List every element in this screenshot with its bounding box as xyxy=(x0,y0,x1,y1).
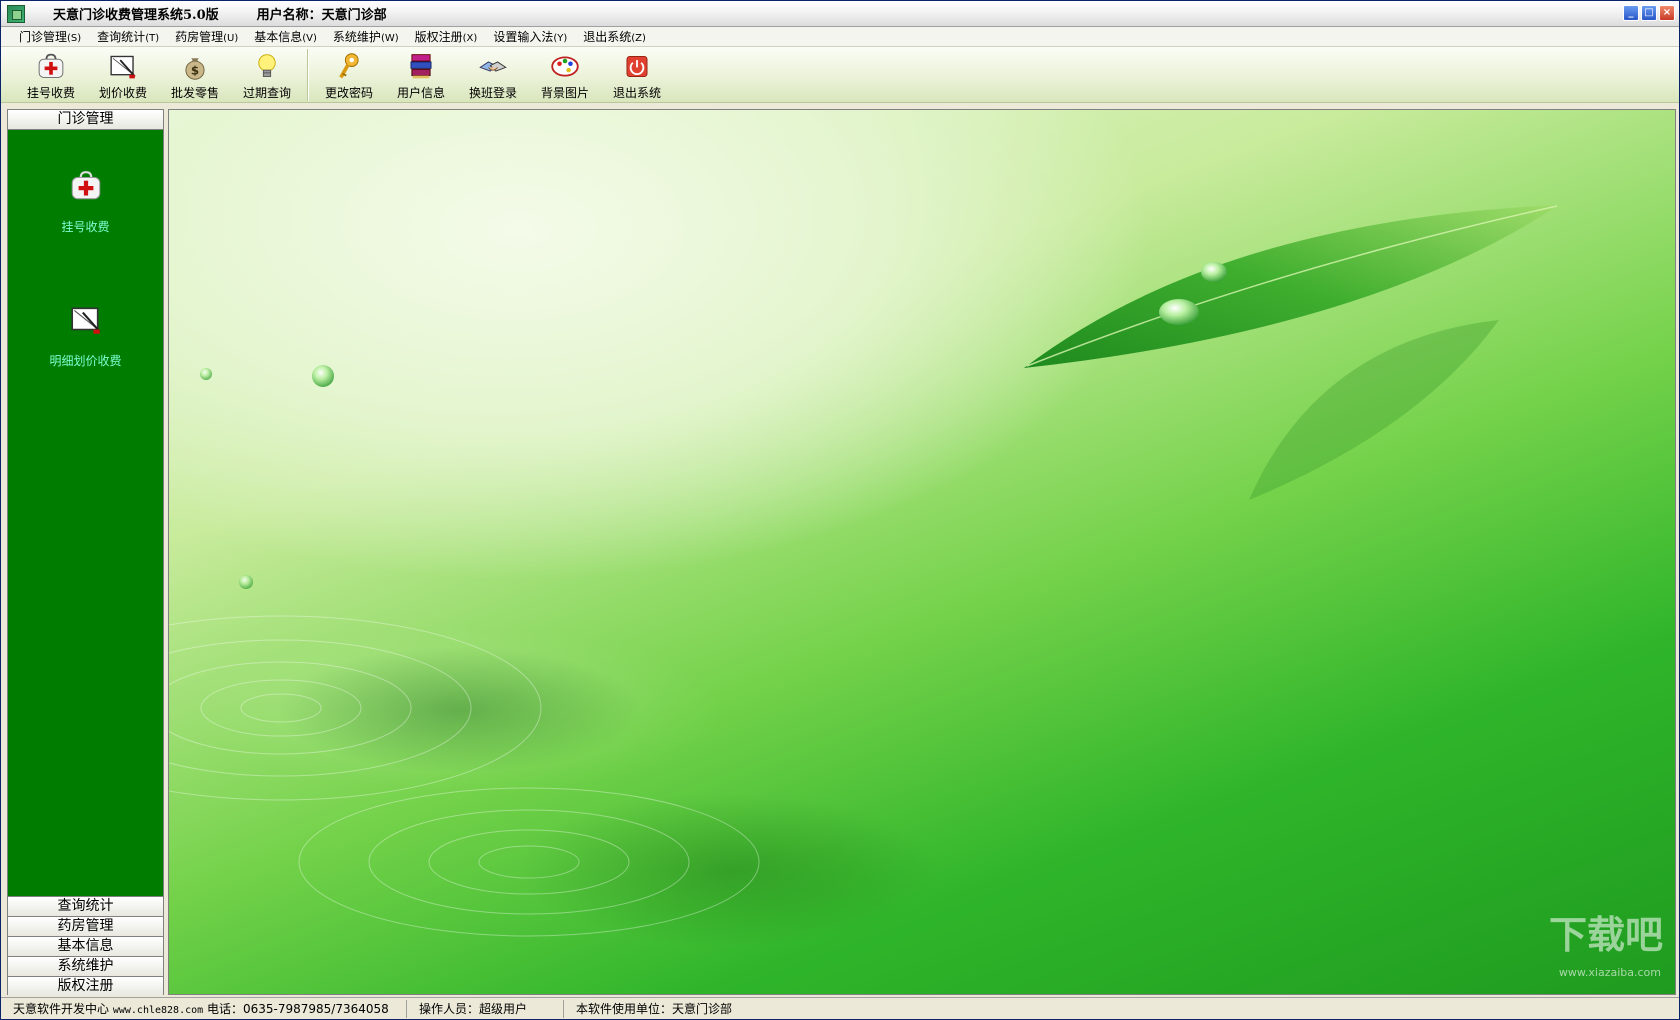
menu-exit[interactable]: 退出系统(Z) xyxy=(575,28,654,45)
menu-label: 退出系统 xyxy=(583,30,632,44)
toolbar-expiry-button[interactable]: 过期查询 xyxy=(231,47,303,101)
toolbar-label: 挂号收费 xyxy=(26,86,75,100)
toolbar-user-info-button[interactable]: 用户信息 xyxy=(385,47,457,101)
sidebar-header-outpatient[interactable]: 门诊管理 xyxy=(8,110,163,130)
sidebar-item-label: 明细划价收费 xyxy=(49,354,122,368)
key-icon xyxy=(339,53,359,79)
watermark-subtext: www.xiazaiba.com xyxy=(1559,966,1661,979)
status-operator: 操作人员：超级用户 xyxy=(407,999,564,1018)
menu-outpatient[interactable]: 门诊管理(S) xyxy=(11,28,89,45)
medical-kit-icon xyxy=(38,53,64,78)
menu-label: 门诊管理 xyxy=(19,30,68,44)
toolbar-exit-button[interactable]: 退出系统 xyxy=(601,47,673,101)
sidebar-item-label: 挂号收费 xyxy=(61,220,110,234)
menu-mnemonic: (V) xyxy=(302,33,317,44)
money-bag-icon: $ xyxy=(185,58,205,80)
title-bar: 天意门诊收费管理系统5.0版 用户名称：天意门诊部 _ □ × xyxy=(1,1,1679,27)
medical-kit-icon xyxy=(71,171,100,200)
toolbar-label: 更改密码 xyxy=(324,86,373,100)
menu-maintenance[interactable]: 系统维护(W) xyxy=(325,28,407,45)
toolbar-label: 划价收费 xyxy=(98,86,147,100)
sidebar-category-maintenance[interactable]: 系统维护 xyxy=(8,956,163,976)
menu-mnemonic: (X) xyxy=(462,33,478,44)
window-controls: _ □ × xyxy=(1623,5,1675,21)
menu-input-method[interactable]: 设置输入法(Y) xyxy=(485,28,575,45)
sidebar-category-basic-info[interactable]: 基本信息 xyxy=(8,936,163,956)
status-company-segment: 天意软件开发中心 www.chle828.com 电话：0635-7987985… xyxy=(1,999,407,1018)
leaf-background-image: 下载吧 www.xiazaiba.com xyxy=(169,205,1663,979)
toolbar-label: 背景图片 xyxy=(540,86,589,100)
toolbar-label: 批发零售 xyxy=(170,86,219,100)
toolbar: 挂号收费 划价收费 $ 批发零售 过期查询 更改密码 用户信息 换班登录 背景图… xyxy=(1,47,1679,103)
menu-mnemonic: (U) xyxy=(223,33,239,44)
palette-icon xyxy=(551,56,579,77)
svg-text:$: $ xyxy=(191,64,199,78)
restore-button[interactable]: □ xyxy=(1641,5,1657,21)
menu-mnemonic: (T) xyxy=(145,33,160,44)
toolbar-pricing-button[interactable]: 划价收费 xyxy=(87,47,159,101)
toolbar-separator xyxy=(307,49,309,101)
handshake-icon xyxy=(479,61,507,72)
menu-bar: 门诊管理(S) 查询统计(T) 药房管理(U) 基本信息(V) 系统维护(W) … xyxy=(1,27,1679,47)
app-window: 天意门诊收费管理系统5.0版 用户名称：天意门诊部 _ □ × 门诊管理(S) … xyxy=(0,0,1680,1020)
toolbar-register-button[interactable]: 挂号收费 xyxy=(15,47,87,101)
watermark-text: 下载吧 xyxy=(1549,913,1663,957)
main-background: 下载吧 www.xiazaiba.com xyxy=(168,109,1676,995)
toolbar-shift-login-button[interactable]: 换班登录 xyxy=(457,47,529,101)
menu-basic-info[interactable]: 基本信息(V) xyxy=(246,28,325,45)
window-title: 天意门诊收费管理系统5.0版 xyxy=(53,8,219,23)
toolbar-password-button[interactable]: 更改密码 xyxy=(313,47,385,101)
menu-mnemonic: (Y) xyxy=(553,33,568,44)
sidebar-category-pharmacy[interactable]: 药房管理 xyxy=(8,916,163,936)
menu-label: 药房管理 xyxy=(175,30,224,44)
toolbar-label: 退出系统 xyxy=(612,86,661,100)
status-unit: 本软件使用单位：天意门诊部 xyxy=(576,1001,733,1016)
toolbar-label: 用户信息 xyxy=(396,86,445,100)
light-bulb-icon xyxy=(258,54,276,77)
sidebar-item-register[interactable]: 挂号收费 xyxy=(8,168,163,235)
status-company: 天意软件开发中心 xyxy=(13,1001,110,1016)
toolbar-label: 过期查询 xyxy=(242,86,291,100)
menu-label: 系统维护 xyxy=(332,30,381,44)
menu-label: 查询统计 xyxy=(97,30,146,44)
menu-label: 设置输入法 xyxy=(493,30,554,44)
sidebar-categories: 查询统计 药房管理 基本信息 系统维护 版权注册 xyxy=(8,896,163,996)
menu-label: 基本信息 xyxy=(254,30,303,44)
sidebar-category-copyright[interactable]: 版权注册 xyxy=(8,976,163,996)
toolbar-background-button[interactable]: 背景图片 xyxy=(529,47,601,101)
close-button[interactable]: × xyxy=(1659,5,1675,21)
sidebar-category-query[interactable]: 查询统计 xyxy=(8,896,163,916)
pen-tablet-icon xyxy=(70,307,101,334)
sidebar-item-detail-pricing[interactable]: 明细划价收费 xyxy=(8,302,163,369)
status-bar: 天意软件开发中心 www.chle828.com 电话：0635-7987985… xyxy=(1,997,1679,1019)
pen-tablet-icon xyxy=(110,55,136,79)
toolbar-label: 换班登录 xyxy=(468,86,517,100)
menu-mnemonic: (W) xyxy=(380,33,399,44)
menu-pharmacy[interactable]: 药房管理(U) xyxy=(167,28,246,45)
menu-mnemonic: (Z) xyxy=(631,33,646,44)
sidebar: 门诊管理 挂号收费 明细划价收费 查询统计 药房管理 基本信息 系统维护 版权注… xyxy=(7,109,164,996)
sidebar-panel: 挂号收费 明细划价收费 xyxy=(8,130,163,903)
menu-mnemonic: (S) xyxy=(67,33,82,44)
menu-label: 版权注册 xyxy=(414,30,463,44)
menu-query[interactable]: 查询统计(T) xyxy=(89,28,167,45)
power-icon xyxy=(626,56,648,77)
toolbar-wholesale-button[interactable]: $ 批发零售 xyxy=(159,47,231,101)
minimize-button[interactable]: _ xyxy=(1623,5,1639,21)
status-url: www.chle828.com xyxy=(112,1004,204,1016)
app-icon[interactable] xyxy=(7,4,25,23)
books-icon xyxy=(410,54,432,79)
status-phone: 电话：0635-7987985/7364058 xyxy=(206,1001,389,1016)
menu-copyright[interactable]: 版权注册(X) xyxy=(407,28,486,45)
window-user: 用户名称：天意门诊部 xyxy=(256,8,387,23)
